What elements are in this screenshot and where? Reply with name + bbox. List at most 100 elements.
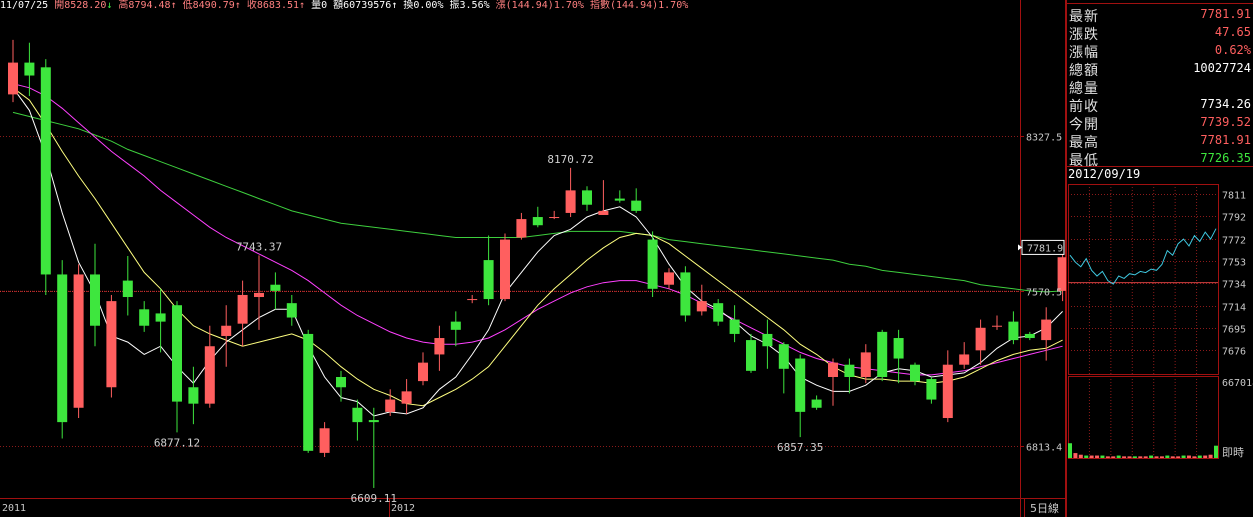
candle[interactable] bbox=[631, 188, 642, 213]
candle[interactable] bbox=[139, 301, 150, 332]
candle-body bbox=[385, 399, 396, 412]
candle[interactable] bbox=[155, 288, 166, 353]
extreme-price-annotation: 6877.12 bbox=[154, 436, 200, 449]
intraday-price-frame bbox=[1068, 184, 1219, 375]
info-value: 10027724 bbox=[1193, 61, 1251, 75]
candle-body bbox=[516, 219, 527, 238]
candle[interactable] bbox=[713, 299, 724, 326]
candle-body bbox=[1057, 257, 1066, 291]
candle-body bbox=[762, 333, 773, 347]
realtime-label[interactable]: 即時 bbox=[1222, 446, 1244, 459]
candle[interactable] bbox=[647, 231, 658, 298]
candle[interactable] bbox=[828, 358, 838, 406]
candle[interactable] bbox=[286, 294, 297, 326]
candle[interactable] bbox=[106, 294, 117, 398]
candle-body bbox=[188, 387, 199, 404]
candle[interactable] bbox=[565, 167, 576, 218]
candle[interactable] bbox=[434, 325, 445, 371]
candle[interactable] bbox=[40, 59, 51, 295]
candle[interactable] bbox=[401, 379, 412, 414]
candle[interactable] bbox=[893, 329, 904, 384]
candle[interactable] bbox=[877, 329, 888, 382]
candle[interactable] bbox=[8, 39, 18, 103]
candle[interactable] bbox=[418, 352, 428, 386]
candle[interactable] bbox=[811, 395, 822, 410]
candle[interactable] bbox=[975, 319, 986, 365]
candle[interactable] bbox=[450, 311, 461, 347]
candle[interactable] bbox=[516, 212, 527, 240]
candle[interactable] bbox=[696, 284, 707, 316]
current-price-label: 7781.9 bbox=[1027, 243, 1063, 254]
candle[interactable] bbox=[680, 266, 691, 322]
x-tick-label: 2011 bbox=[2, 503, 26, 514]
candle[interactable] bbox=[221, 305, 232, 367]
candle[interactable] bbox=[24, 42, 35, 97]
intraday-volume-bar bbox=[1138, 456, 1143, 458]
intraday-volume-bar bbox=[1197, 455, 1202, 458]
candle[interactable] bbox=[303, 329, 314, 453]
candle-body bbox=[844, 364, 855, 377]
candle[interactable] bbox=[122, 256, 133, 316]
candle-body bbox=[8, 62, 18, 95]
candle[interactable] bbox=[549, 210, 560, 220]
candle[interactable] bbox=[795, 354, 806, 438]
candle[interactable] bbox=[860, 344, 871, 384]
candle[interactable] bbox=[959, 342, 970, 369]
candle[interactable] bbox=[500, 233, 510, 302]
candle[interactable] bbox=[926, 377, 937, 404]
candle-body bbox=[155, 313, 166, 322]
candle[interactable] bbox=[467, 294, 478, 304]
candle[interactable] bbox=[778, 342, 789, 394]
candle-body bbox=[1041, 319, 1052, 341]
extreme-price-annotation: 7743.37 bbox=[236, 240, 282, 253]
candle[interactable] bbox=[1024, 331, 1035, 341]
candle[interactable] bbox=[57, 260, 68, 439]
info-row: 最低 7726.35 bbox=[1066, 149, 1253, 169]
candle[interactable] bbox=[614, 190, 625, 203]
candle[interactable] bbox=[204, 325, 215, 408]
candle[interactable] bbox=[270, 272, 281, 310]
candle[interactable] bbox=[582, 186, 592, 211]
candle[interactable] bbox=[319, 422, 330, 457]
intraday-volume-bar bbox=[1127, 456, 1132, 458]
candle-body bbox=[729, 319, 740, 334]
candle[interactable] bbox=[992, 315, 1002, 330]
candle-body bbox=[90, 274, 100, 326]
candle[interactable] bbox=[1008, 311, 1019, 345]
candle[interactable] bbox=[532, 206, 543, 228]
candle-body bbox=[959, 354, 970, 365]
intraday-volume-bar bbox=[1100, 455, 1105, 458]
intraday-chart[interactable]: 7811 7792 7772 7753 7734 7714 7695 7676 667018 即時 bbox=[1066, 180, 1253, 517]
intraday-y-tick-label: 7695 bbox=[1222, 325, 1246, 336]
candle[interactable] bbox=[483, 235, 494, 306]
candle[interactable] bbox=[352, 399, 363, 441]
candle[interactable] bbox=[254, 255, 264, 330]
extreme-price-annotation: 6857.35 bbox=[777, 441, 823, 454]
ma5-line bbox=[12, 87, 1063, 417]
candle[interactable] bbox=[90, 243, 100, 347]
candle[interactable] bbox=[73, 264, 84, 419]
candle-body bbox=[336, 377, 346, 388]
candlestick-chart[interactable]: 8170.727743.376877.126609.116857.35 8327… bbox=[0, 0, 1066, 517]
intraday-volume-bar bbox=[1084, 455, 1089, 458]
candle[interactable] bbox=[172, 301, 182, 433]
candle[interactable] bbox=[762, 319, 773, 369]
intraday-volume-bar bbox=[1159, 456, 1164, 458]
candle[interactable] bbox=[844, 358, 855, 394]
candles[interactable] bbox=[8, 39, 1066, 488]
candle[interactable] bbox=[1041, 307, 1052, 361]
x-tick-label: 2012 bbox=[391, 503, 415, 514]
candle-body bbox=[860, 352, 871, 377]
candle[interactable] bbox=[942, 350, 953, 423]
moving-average-lines bbox=[12, 83, 1063, 417]
candle[interactable] bbox=[746, 333, 756, 373]
candle-body bbox=[254, 292, 264, 298]
candle[interactable] bbox=[664, 268, 674, 289]
candle[interactable] bbox=[729, 305, 740, 343]
candle[interactable] bbox=[368, 407, 379, 488]
candle[interactable] bbox=[188, 366, 199, 425]
intraday-volume-bar bbox=[1122, 456, 1127, 458]
candle[interactable] bbox=[237, 280, 248, 347]
candle[interactable] bbox=[336, 370, 346, 402]
period-label[interactable]: 5日線 bbox=[1030, 501, 1059, 515]
